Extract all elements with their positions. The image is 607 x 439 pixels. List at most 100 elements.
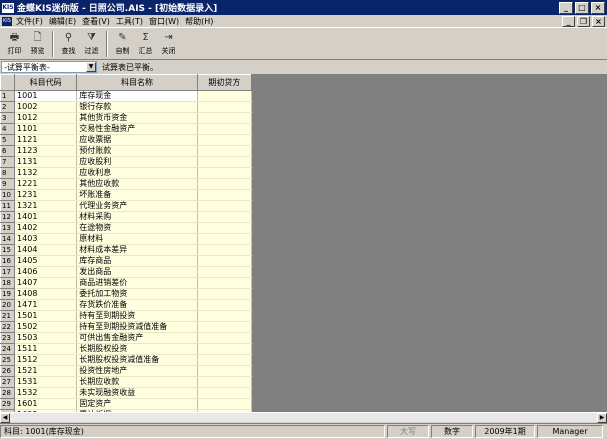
doc-close-button[interactable]: × <box>592 15 605 27</box>
cell-opening-credit[interactable] <box>197 376 253 388</box>
table-row[interactable]: 2 1002 银行存款 <box>0 101 253 113</box>
cell-account-code[interactable]: 1001 <box>14 90 78 102</box>
table-row[interactable]: 7 1131 应收股利 <box>0 156 253 168</box>
cell-account-name[interactable]: 未实现融资收益 <box>76 387 198 399</box>
table-row[interactable]: 25 1512 长期股权投资减值准备 <box>0 354 253 366</box>
table-row[interactable]: 22 1502 持有至到期投资减值准备 <box>0 321 253 333</box>
table-row[interactable]: 3 1012 其他货币资金 <box>0 112 253 124</box>
cell-opening-credit[interactable] <box>197 233 253 245</box>
table-row[interactable]: 20 1471 存货跌价准备 <box>0 299 253 311</box>
cell-account-code[interactable]: 1405 <box>14 255 78 267</box>
cell-account-name[interactable]: 预付账款 <box>76 145 198 157</box>
print-button[interactable]: 🖶 打印 <box>3 29 26 59</box>
table-row[interactable]: 13 1402 在途物资 <box>0 222 253 234</box>
header-opening-credit[interactable]: 期初贷方 <box>196 74 253 91</box>
cell-account-name[interactable]: 长期股权投资减值准备 <box>76 354 198 366</box>
cell-opening-credit[interactable] <box>197 222 253 234</box>
table-row[interactable]: 4 1101 交易性金融资产 <box>0 123 253 135</box>
cell-opening-credit[interactable] <box>197 255 253 267</box>
cell-opening-credit[interactable] <box>197 343 253 355</box>
menu-window[interactable]: 窗口(W) <box>148 16 184 27</box>
table-row[interactable]: 9 1221 其他应收款 <box>0 178 253 190</box>
cell-account-code[interactable]: 1601 <box>14 398 78 410</box>
cell-opening-credit[interactable] <box>197 189 253 201</box>
cell-opening-credit[interactable] <box>197 123 253 135</box>
cell-account-name[interactable]: 委托加工物资 <box>76 288 198 300</box>
cell-account-code[interactable]: 1512 <box>14 354 78 366</box>
cell-account-code[interactable]: 1123 <box>14 145 78 157</box>
cell-account-code[interactable]: 1321 <box>14 200 78 212</box>
table-row[interactable]: 21 1501 持有至到期投资 <box>0 310 253 322</box>
menu-tools[interactable]: 工具(T) <box>115 16 148 27</box>
cell-opening-credit[interactable] <box>197 101 253 113</box>
custom-button[interactable]: ✎ 自制 <box>111 29 134 59</box>
horizontal-scrollbar[interactable]: ◀ ▶ <box>0 412 607 423</box>
preview-button[interactable]: 🗋 预览 <box>26 29 49 59</box>
cell-account-code[interactable]: 1403 <box>14 233 78 245</box>
table-row[interactable]: 5 1121 应收票据 <box>0 134 253 146</box>
cell-account-code[interactable]: 1521 <box>14 365 78 377</box>
cell-account-code[interactable]: 1404 <box>14 244 78 256</box>
cell-opening-credit[interactable] <box>197 299 253 311</box>
cell-account-code[interactable]: 1408 <box>14 288 78 300</box>
cell-account-name[interactable]: 代理业务资产 <box>76 200 198 212</box>
table-row[interactable]: 10 1231 坏账准备 <box>0 189 253 201</box>
cell-opening-credit[interactable] <box>197 310 253 322</box>
chevron-down-icon[interactable]: ▼ <box>86 62 96 72</box>
cell-account-code[interactable]: 1511 <box>14 343 78 355</box>
header-code[interactable]: 科目代码 <box>14 74 78 91</box>
cell-account-code[interactable]: 1221 <box>14 178 78 190</box>
close-tool-button[interactable]: ⇥ 关闭 <box>157 29 180 59</box>
cell-opening-credit[interactable] <box>197 266 253 278</box>
menu-edit[interactable]: 编辑(E) <box>48 16 81 27</box>
table-row[interactable]: 12 1401 材料采购 <box>0 211 253 223</box>
cell-account-name[interactable]: 交易性金融资产 <box>76 123 198 135</box>
table-row[interactable]: 18 1407 商品进销差价 <box>0 277 253 289</box>
table-row[interactable]: 17 1406 发出商品 <box>0 266 253 278</box>
cell-account-code[interactable]: 1406 <box>14 266 78 278</box>
find-button[interactable]: ⚲ 查找 <box>57 29 80 59</box>
close-button[interactable]: × <box>591 1 605 14</box>
cell-account-name[interactable]: 其他应收款 <box>76 178 198 190</box>
cell-opening-credit[interactable] <box>197 178 253 190</box>
table-row[interactable]: 8 1132 应收利息 <box>0 167 253 179</box>
document-icon[interactable]: KIS <box>2 16 12 26</box>
table-row[interactable]: 6 1123 预付账款 <box>0 145 253 157</box>
table-row[interactable]: 24 1511 长期股权投资 <box>0 343 253 355</box>
cell-account-code[interactable]: 1121 <box>14 134 78 146</box>
cell-account-code[interactable]: 1132 <box>14 167 78 179</box>
cell-account-name[interactable]: 坏账准备 <box>76 189 198 201</box>
table-row[interactable]: 15 1404 材料成本差异 <box>0 244 253 256</box>
cell-account-name[interactable]: 商品进销差价 <box>76 277 198 289</box>
cell-opening-credit[interactable] <box>197 134 253 146</box>
cell-opening-credit[interactable] <box>197 288 253 300</box>
cell-account-code[interactable]: 1501 <box>14 310 78 322</box>
cell-account-name[interactable]: 存货跌价准备 <box>76 299 198 311</box>
cell-opening-credit[interactable] <box>197 365 253 377</box>
cell-opening-credit[interactable] <box>197 90 253 102</box>
cell-account-name[interactable]: 库存商品 <box>76 255 198 267</box>
filter-button[interactable]: ⧩ 过滤 <box>80 29 103 59</box>
scroll-right-button[interactable]: ▶ <box>597 413 607 423</box>
cell-account-name[interactable]: 持有至到期投资减值准备 <box>76 321 198 333</box>
cell-account-name[interactable]: 持有至到期投资 <box>76 310 198 322</box>
table-row[interactable]: 26 1521 投资性房地产 <box>0 365 253 377</box>
cell-account-code[interactable]: 1503 <box>14 332 78 344</box>
table-row[interactable]: 27 1531 长期应收款 <box>0 376 253 388</box>
maximize-button[interactable]: □ <box>575 1 589 14</box>
cell-account-name[interactable]: 投资性房地产 <box>76 365 198 377</box>
table-row[interactable]: 29 1601 固定资产 <box>0 398 253 410</box>
table-row[interactable]: 23 1503 可供出售金融资产 <box>0 332 253 344</box>
menu-file[interactable]: 文件(F) <box>15 16 48 27</box>
cell-account-code[interactable]: 1502 <box>14 321 78 333</box>
table-row[interactable]: 28 1532 未实现融资收益 <box>0 387 253 399</box>
cell-opening-credit[interactable] <box>197 112 253 124</box>
doc-restore-button[interactable]: ❐ <box>577 15 590 27</box>
cell-account-name[interactable]: 长期应收款 <box>76 376 198 388</box>
menu-help[interactable]: 帮助(H) <box>184 16 218 27</box>
cell-account-name[interactable]: 银行存款 <box>76 101 198 113</box>
table-row[interactable]: 16 1405 库存商品 <box>0 255 253 267</box>
cell-account-name[interactable]: 其他货币资金 <box>76 112 198 124</box>
cell-account-code[interactable]: 1471 <box>14 299 78 311</box>
cell-opening-credit[interactable] <box>197 387 253 399</box>
